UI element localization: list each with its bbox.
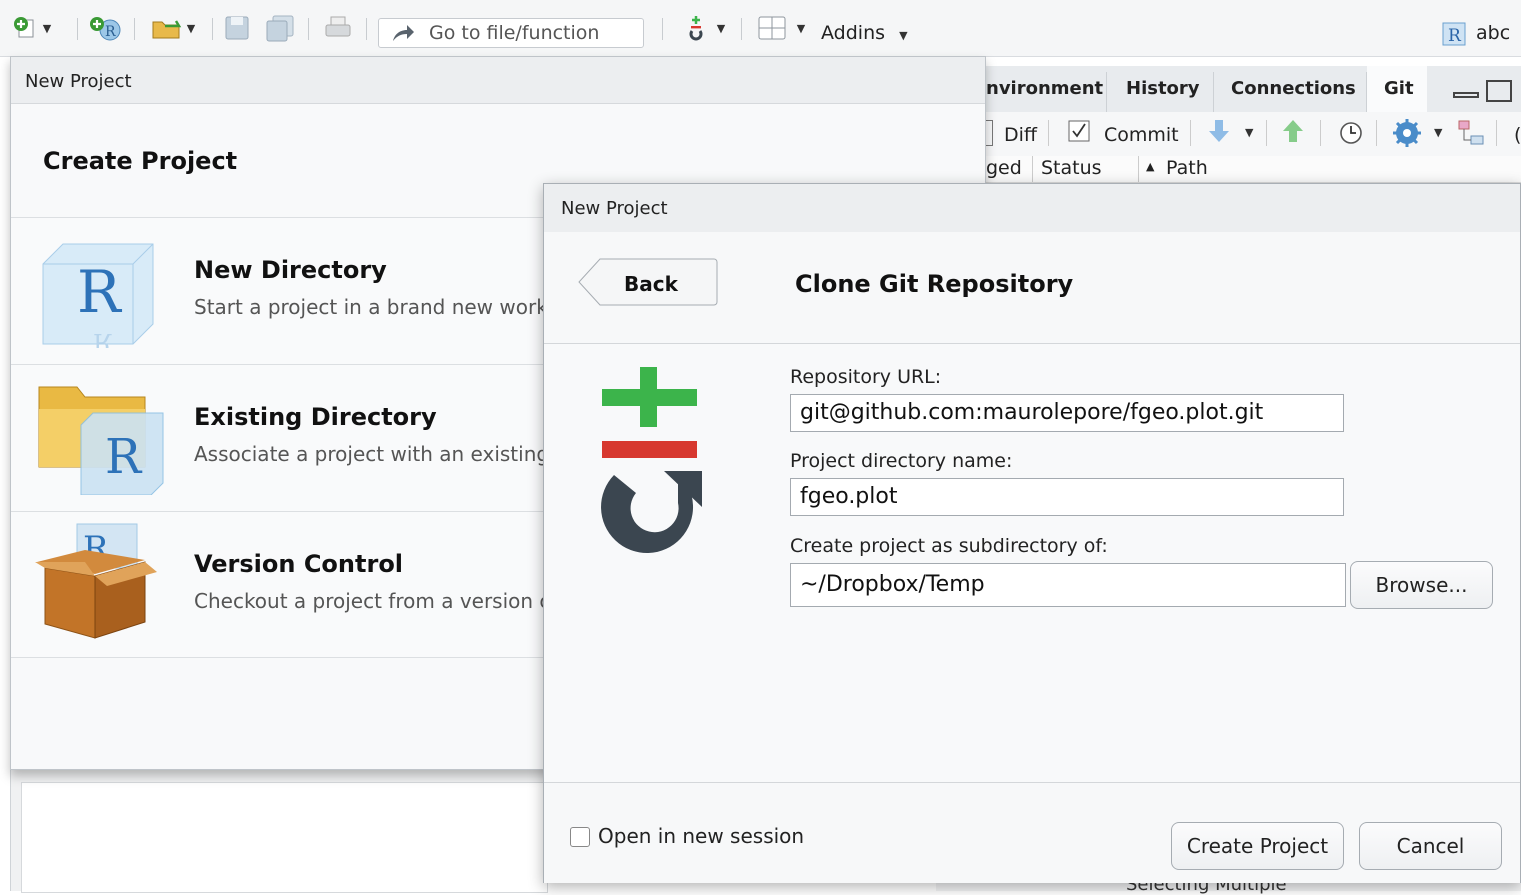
dialog-titlebar: New Project: [11, 57, 985, 104]
svg-text:R: R: [77, 258, 123, 326]
chevron-down-icon: ▼: [1245, 126, 1254, 139]
chevron-down-icon: ▼: [186, 21, 196, 35]
tab-environment[interactable]: nvironment: [986, 78, 1103, 99]
goto-file-function-input[interactable]: Go to file/function: [378, 18, 644, 48]
chevron-down-icon: ▼: [796, 21, 806, 35]
addins-label: Addins: [821, 22, 886, 44]
new-file-icon: [13, 17, 34, 38]
tab-connections[interactable]: Connections: [1231, 78, 1356, 99]
open-new-session-checkbox[interactable]: [570, 827, 590, 847]
back-button[interactable]: Back: [578, 258, 718, 306]
subdir-label: Create project as subdirectory of:: [790, 535, 1108, 557]
print-button[interactable]: [320, 14, 356, 42]
git-column-headers: ged Status ▲ Path: [986, 156, 1521, 183]
back-label: Back: [624, 272, 678, 296]
existing-directory-folder-icon: R: [38, 386, 164, 495]
goto-arrow-icon: [393, 25, 414, 41]
dialog-window-title: New Project: [25, 71, 132, 92]
existing-directory-desc: Associate a project with an existing: [194, 442, 550, 466]
dir-name-input[interactable]: fgeo.plot: [790, 478, 1344, 516]
new-directory-title: New Directory: [194, 256, 387, 284]
pull-arrow-icon[interactable]: [1206, 118, 1232, 144]
create-project-button[interactable]: Create Project: [1171, 822, 1344, 870]
version-control-title: Version Control: [194, 550, 404, 578]
project-menu-label[interactable]: abc: [1476, 22, 1510, 44]
sort-up-icon: ▲: [1146, 160, 1155, 173]
staged-column-header[interactable]: ged: [986, 157, 1022, 179]
subdir-input[interactable]: ~/Dropbox/Temp: [790, 563, 1346, 607]
dialog-titlebar: New Project: [544, 184, 1520, 233]
svg-text:R: R: [105, 24, 116, 40]
panes-layout-button[interactable]: ▼: [752, 14, 810, 42]
commit-button[interactable]: Commit: [1104, 124, 1179, 146]
chevron-down-icon: ▼: [42, 21, 52, 35]
tab-git-active[interactable]: Git: [1367, 66, 1427, 113]
dir-name-label: Project directory name:: [790, 450, 1013, 472]
browse-button[interactable]: Browse...: [1350, 561, 1493, 609]
save-all-icon: [266, 15, 294, 42]
save-button[interactable]: [220, 14, 254, 42]
svg-text:R: R: [105, 429, 143, 485]
push-arrow-icon[interactable]: [1280, 118, 1306, 144]
save-icon: [225, 16, 249, 40]
new-file-button[interactable]: ▼: [12, 14, 52, 42]
dialog-window-title: New Project: [561, 198, 668, 219]
version-control-box-icon: R: [35, 523, 157, 639]
git-toolbar: Diff Commit ▼ ▼ (: [986, 112, 1521, 157]
grid-layout-icon: [758, 16, 786, 40]
svg-text:R: R: [93, 328, 112, 348]
clone-git-heading: Clone Git Repository: [795, 270, 1074, 298]
folder-open-icon: [152, 20, 181, 39]
existing-directory-title: Existing Directory: [194, 403, 437, 431]
maximize-pane-icon[interactable]: [1486, 80, 1512, 102]
tab-history[interactable]: History: [1126, 78, 1200, 99]
commit-checkbox-icon: [1068, 120, 1090, 142]
left-pane-remnant: [10, 770, 548, 893]
diff-checkbox-icon: [986, 120, 993, 146]
version-control-desc: Checkout a project from a version co: [194, 589, 563, 613]
clone-git-dialog: New Project Back Clone Git Repository Re…: [543, 183, 1521, 883]
git-icon: [689, 16, 703, 41]
svg-text:R: R: [1448, 26, 1462, 46]
repo-url-label: Repository URL:: [790, 366, 942, 388]
branch-icon[interactable]: [1456, 118, 1486, 148]
path-column-header[interactable]: Path: [1166, 157, 1208, 179]
new-project-icon: R: [90, 17, 121, 41]
dialog-footer: Open in new session Create Project Cance…: [544, 782, 1520, 883]
new-directory-desc: Start a project in a brand new worki: [194, 295, 554, 319]
chevron-down-icon: ▼: [899, 29, 908, 42]
right-pane-tabs: nvironment History Connections Git: [986, 66, 1521, 113]
print-icon: [325, 16, 351, 37]
minimize-pane-icon[interactable]: [1453, 92, 1479, 98]
new-project-button[interactable]: R: [86, 14, 126, 42]
open-new-session-label[interactable]: Open in new session: [598, 824, 804, 848]
open-file-button[interactable]: ▼: [143, 14, 203, 42]
main-toolbar: ▼ R ▼ Go to file/function ▼ ▼ Addins ▼ R…: [0, 0, 1521, 57]
tab-git-label: Git: [1384, 78, 1414, 99]
git-logo-icon: [601, 367, 702, 554]
new-directory-r-icon: R R: [42, 243, 154, 348]
repo-url-input[interactable]: git@github.com:maurolepore/fgeo.plot.git: [790, 394, 1344, 432]
dialog-header: Back Clone Git Repository: [544, 232, 1520, 344]
r-project-icon: R: [1442, 22, 1466, 46]
status-column-header[interactable]: Status: [1041, 157, 1102, 179]
more-toolbar-text: (: [1514, 124, 1521, 146]
chevron-down-icon: ▼: [716, 21, 726, 35]
history-clock-icon[interactable]: [1338, 120, 1364, 146]
diff-button[interactable]: Diff: [1004, 124, 1037, 146]
gear-icon[interactable]: [1391, 117, 1423, 149]
addins-menu[interactable]: Addins ▼: [821, 22, 908, 44]
save-all-button[interactable]: [262, 14, 298, 42]
vcs-button[interactable]: ▼: [678, 14, 732, 42]
create-project-heading: Create Project: [43, 147, 238, 175]
cancel-button[interactable]: Cancel: [1359, 822, 1502, 870]
goto-placeholder: Go to file/function: [429, 22, 600, 44]
chevron-down-icon: ▼: [1434, 126, 1443, 139]
